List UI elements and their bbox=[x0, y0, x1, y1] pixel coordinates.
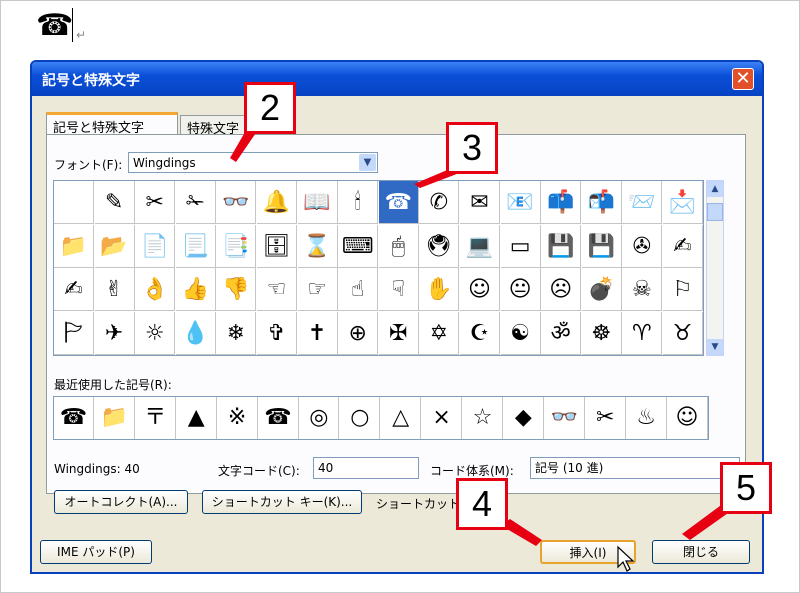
callout-pointers bbox=[230, 120, 738, 546]
callout-5: 5 bbox=[720, 462, 772, 514]
callout-4: 4 bbox=[456, 478, 508, 530]
callout-2: 2 bbox=[244, 82, 296, 134]
callout-3: 3 bbox=[446, 122, 498, 174]
